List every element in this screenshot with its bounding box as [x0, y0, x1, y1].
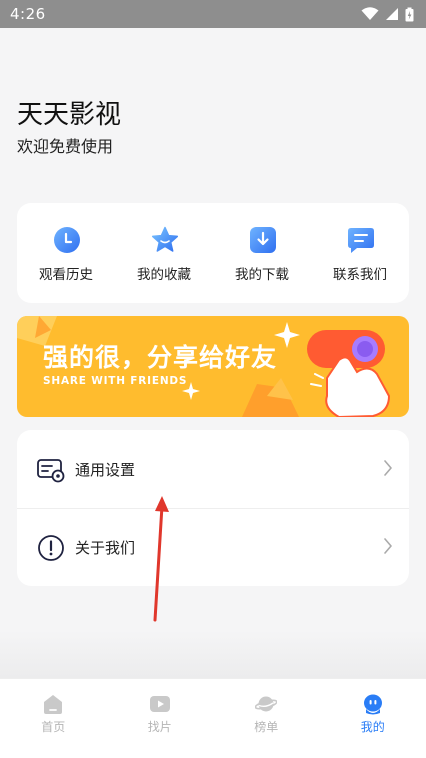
wifi-icon — [361, 7, 379, 21]
quick-action-history[interactable]: 观看历史 — [17, 203, 115, 303]
banner-title: 强的很，分享给好友 — [43, 338, 277, 374]
info-icon — [37, 534, 65, 562]
quick-action-favorites[interactable]: 我的收藏 — [115, 203, 213, 303]
home-icon — [42, 693, 64, 715]
tab-home[interactable]: 首页 — [0, 679, 107, 758]
tab-rankings[interactable]: 榜单 — [213, 679, 320, 758]
chevron-right-icon — [383, 538, 393, 554]
share-banner[interactable]: 强的很，分享给好友 SHARE WITH FRIENDS — [17, 316, 409, 417]
general-settings-row[interactable]: 通用设置 — [17, 430, 409, 508]
tab-label: 我的 — [320, 718, 426, 735]
tab-label: 找片 — [107, 718, 214, 735]
quick-action-downloads[interactable]: 我的下载 — [213, 203, 311, 303]
clock-icon — [53, 226, 81, 254]
tab-find[interactable]: 找片 — [107, 679, 214, 758]
quick-action-label: 观看历史 — [17, 263, 115, 283]
about-us-label: 关于我们 — [75, 537, 135, 558]
tab-label: 首页 — [0, 718, 107, 735]
signal-icon — [385, 7, 399, 21]
download-icon — [249, 226, 277, 254]
page-subtitle: 欢迎免费使用 — [17, 133, 113, 157]
quick-action-label: 我的下载 — [213, 263, 311, 283]
content-fade — [0, 630, 426, 678]
quick-action-label: 我的收藏 — [115, 263, 213, 283]
banner-subtitle: SHARE WITH FRIENDS — [43, 375, 187, 387]
status-icons — [361, 6, 414, 22]
status-time: 4:26 — [10, 5, 46, 23]
page-title: 天天影视 — [17, 94, 121, 131]
settings-card-icon — [37, 456, 65, 484]
tab-mine[interactable]: 我的 — [320, 679, 426, 758]
about-us-row[interactable]: 关于我们 — [17, 508, 409, 586]
star-icon — [151, 226, 179, 254]
general-settings-label: 通用设置 — [75, 459, 135, 480]
battery-icon — [405, 7, 414, 22]
quick-actions-card: 观看历史 我的收藏 我的下载 联系我们 — [17, 203, 409, 303]
chevron-right-icon — [383, 460, 393, 476]
chat-icon — [347, 226, 375, 254]
quick-action-contact[interactable]: 联系我们 — [311, 203, 409, 303]
planet-icon — [255, 693, 277, 715]
tab-label: 榜单 — [213, 718, 320, 735]
bottom-tab-bar: 首页 找片 榜单 我的 — [0, 678, 426, 758]
quick-action-label: 联系我们 — [311, 263, 409, 283]
annotation-arrow — [140, 488, 180, 623]
status-bar: 4:26 — [0, 0, 426, 28]
profile-icon — [362, 693, 384, 715]
play-icon — [149, 693, 171, 715]
settings-card: 通用设置 关于我们 — [17, 430, 409, 586]
